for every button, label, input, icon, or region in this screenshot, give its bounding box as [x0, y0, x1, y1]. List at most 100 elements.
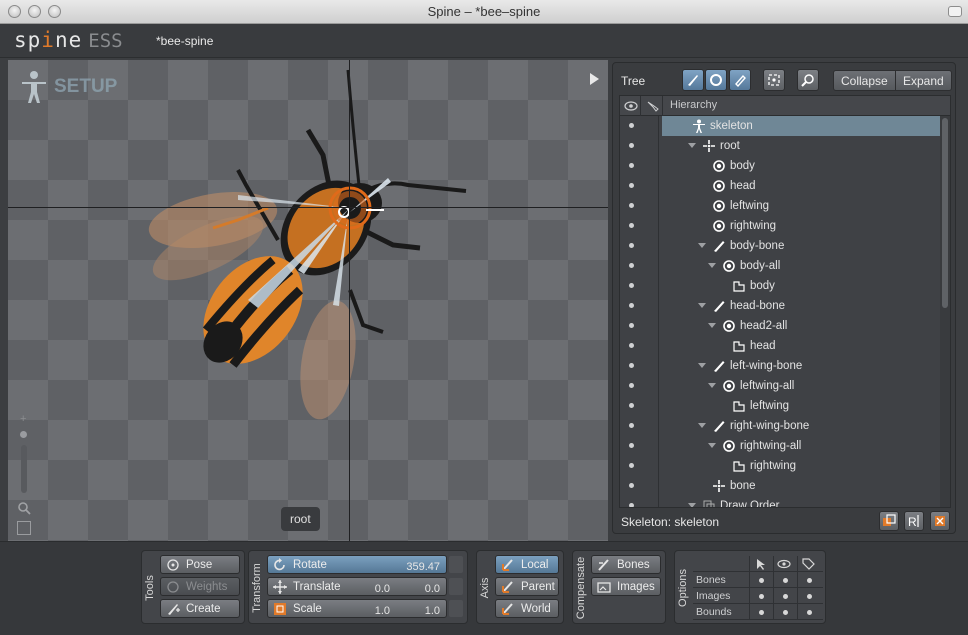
- delete-button[interactable]: [930, 511, 950, 531]
- options-tag-toggle[interactable]: [807, 594, 812, 599]
- options-visible-toggle[interactable]: [783, 594, 788, 599]
- filter-slots-button[interactable]: [705, 69, 727, 91]
- keyable-column-icon[interactable]: [645, 99, 659, 113]
- rotate-lock-icon[interactable]: [449, 556, 463, 573]
- visibility-dot[interactable]: [629, 143, 634, 148]
- options-visible-toggle[interactable]: [783, 578, 788, 583]
- panel-toggle-arrow-icon[interactable]: [590, 73, 599, 85]
- visibility-dot[interactable]: [629, 283, 634, 288]
- setup-mode-indicator[interactable]: SETUP: [20, 70, 117, 104]
- scale-field[interactable]: Scale 1.0 1.0: [267, 599, 447, 618]
- tree-row[interactable]: skeleton: [620, 116, 942, 136]
- weights-tool-button[interactable]: Weights: [160, 577, 240, 596]
- tree-row[interactable]: leftwing-all: [620, 376, 942, 396]
- axis-world-button[interactable]: World: [495, 599, 559, 618]
- visibility-dot[interactable]: [629, 463, 634, 468]
- tree-row[interactable]: leftwing: [620, 196, 942, 216]
- zoom-plus-icon[interactable]: +: [20, 414, 28, 425]
- tree-scrollbar[interactable]: [940, 116, 950, 507]
- options-select-toggle[interactable]: [759, 610, 764, 615]
- visibility-dot[interactable]: [629, 363, 634, 368]
- visibility-dot[interactable]: [629, 383, 634, 388]
- tree-row[interactable]: body-bone: [620, 236, 942, 256]
- translate-lock-icon[interactable]: [449, 578, 463, 595]
- translate-x-value[interactable]: 0.0: [375, 580, 390, 598]
- visibility-dot[interactable]: [629, 323, 634, 328]
- editor-viewport[interactable]: SETUP + root: [8, 60, 608, 542]
- tree-row[interactable]: body-all: [620, 256, 942, 276]
- tree-row[interactable]: left-wing-bone: [620, 356, 942, 376]
- zoom-slider-track[interactable]: [21, 445, 27, 493]
- visibility-dot[interactable]: [629, 203, 634, 208]
- tree-row[interactable]: rightwing: [620, 216, 942, 236]
- visibility-dot[interactable]: [629, 403, 634, 408]
- expand-triangle-icon[interactable]: [708, 263, 716, 268]
- visibility-dot[interactable]: [629, 303, 634, 308]
- tree-row[interactable]: right-wing-bone: [620, 416, 942, 436]
- zoom-fit-icon[interactable]: [17, 521, 31, 535]
- options-tag-toggle[interactable]: [807, 578, 812, 583]
- expand-triangle-icon[interactable]: [708, 323, 716, 328]
- visibility-dot[interactable]: [629, 483, 634, 488]
- tree-row[interactable]: rightwing: [620, 456, 942, 476]
- options-select-toggle[interactable]: [759, 578, 764, 583]
- tree-row[interactable]: head: [620, 176, 942, 196]
- rotate-field[interactable]: Rotate 359.47: [267, 555, 447, 574]
- tree-row[interactable]: rightwing-all: [620, 436, 942, 456]
- tree-row[interactable]: leftwing: [620, 396, 942, 416]
- expand-triangle-icon[interactable]: [698, 243, 706, 248]
- tree-row[interactable]: body: [620, 276, 942, 296]
- visibility-dot[interactable]: [629, 223, 634, 228]
- rename-button[interactable]: R: [904, 511, 924, 531]
- visibility-dot[interactable]: [629, 123, 634, 128]
- translate-field[interactable]: Translate 0.0 0.0: [267, 577, 447, 596]
- expand-triangle-icon[interactable]: [688, 143, 696, 148]
- visibility-dot[interactable]: [629, 183, 634, 188]
- focus-selection-button[interactable]: [763, 69, 785, 91]
- compensate-bones-button[interactable]: Bones: [591, 555, 661, 574]
- expand-triangle-icon[interactable]: [698, 303, 706, 308]
- zoom-handle[interactable]: [20, 431, 27, 438]
- visibility-column-icon[interactable]: [624, 100, 638, 112]
- pose-tool-button[interactable]: Pose: [160, 555, 240, 574]
- tree-row[interactable]: root: [620, 136, 942, 156]
- toolbar-toggle-button[interactable]: [948, 6, 962, 17]
- filter-attachments-button[interactable]: [729, 69, 751, 91]
- scale-y-value[interactable]: 1.0: [425, 602, 440, 620]
- axis-local-button[interactable]: Local: [495, 555, 559, 574]
- options-visible-toggle[interactable]: [783, 610, 788, 615]
- scale-lock-icon[interactable]: [449, 600, 463, 617]
- visibility-dot[interactable]: [629, 163, 634, 168]
- expand-triangle-icon[interactable]: [708, 383, 716, 388]
- rotate-value[interactable]: 359.47: [406, 558, 440, 576]
- expand-triangle-icon[interactable]: [708, 443, 716, 448]
- tree-row[interactable]: head2-all: [620, 316, 942, 336]
- options-select-toggle[interactable]: [759, 594, 764, 599]
- axis-parent-button[interactable]: Parent: [495, 577, 559, 596]
- expand-button[interactable]: Expand: [895, 70, 952, 91]
- filter-bones-button[interactable]: [682, 69, 704, 91]
- tree-scrollbar-thumb[interactable]: [942, 118, 948, 308]
- tree-row[interactable]: head: [620, 336, 942, 356]
- visibility-dot[interactable]: [629, 243, 634, 248]
- tree-view[interactable]: Hierarchy skeleton root body head leftwing ri…: [619, 95, 951, 508]
- visibility-dot[interactable]: [629, 343, 634, 348]
- visibility-dot[interactable]: [629, 263, 634, 268]
- visibility-dot[interactable]: [629, 443, 634, 448]
- tree-row[interactable]: body: [620, 156, 942, 176]
- tree-row[interactable]: Draw Order: [620, 496, 942, 507]
- tree-row[interactable]: head-bone: [620, 296, 942, 316]
- search-tree-button[interactable]: [797, 69, 819, 91]
- create-tool-button[interactable]: Create: [160, 599, 240, 618]
- visibility-dot[interactable]: [629, 503, 634, 507]
- visibility-dot[interactable]: [629, 423, 634, 428]
- collapse-button[interactable]: Collapse: [833, 70, 896, 91]
- expand-triangle-icon[interactable]: [698, 363, 706, 368]
- tree-row[interactable]: bone: [620, 476, 942, 496]
- expand-triangle-icon[interactable]: [698, 423, 706, 428]
- new-item-button[interactable]: [879, 511, 899, 531]
- options-tag-toggle[interactable]: [807, 610, 812, 615]
- translate-y-value[interactable]: 0.0: [425, 580, 440, 598]
- scale-x-value[interactable]: 1.0: [375, 602, 390, 620]
- compensate-images-button[interactable]: Images: [591, 577, 661, 596]
